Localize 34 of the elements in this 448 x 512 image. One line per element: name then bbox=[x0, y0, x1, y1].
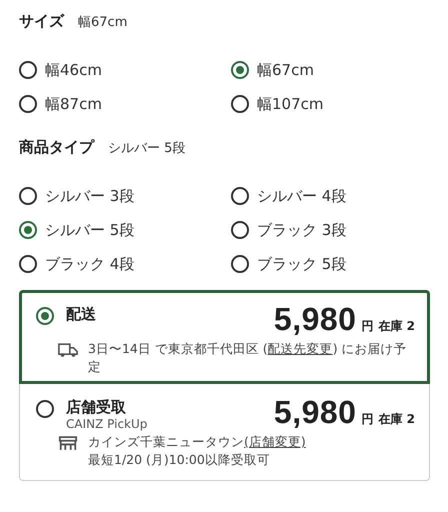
truck-icon bbox=[58, 343, 78, 358]
price: 5,980 bbox=[274, 394, 356, 431]
option-title: 店舗受取 bbox=[66, 398, 127, 417]
radio-option[interactable]: 幅46cm bbox=[19, 58, 231, 82]
radio-option[interactable]: 幅107cm bbox=[231, 92, 430, 116]
radio-icon bbox=[36, 307, 54, 325]
radio-option[interactable]: ブラック 5段 bbox=[231, 252, 430, 276]
radio-option[interactable]: 幅67cm bbox=[231, 58, 430, 82]
radio-option[interactable]: シルバー 5段 bbox=[19, 218, 231, 242]
currency: 円 bbox=[361, 411, 374, 428]
selected-value: シルバー 5段 bbox=[108, 140, 186, 157]
option-subtitle: CAINZ PickUp bbox=[66, 417, 148, 431]
radio-option[interactable]: 幅87cm bbox=[19, 92, 231, 116]
price: 5,980 bbox=[274, 301, 356, 338]
change-address-link[interactable]: 配送先変更 bbox=[268, 341, 333, 356]
store-icon bbox=[58, 436, 78, 451]
stock-count: 在庫 2 bbox=[378, 318, 415, 335]
shipping-option-card[interactable]: 店舗受取 CAINZ PickUp 5,980 円 在庫 2 カインズ千葉ニュータウン(店舗変更) 最短1/20 (月)10:00以降受取可 bbox=[19, 384, 430, 481]
radio-option[interactable]: ブラック 4段 bbox=[19, 252, 231, 276]
section-title: 商品タイプ bbox=[19, 138, 94, 157]
currency: 円 bbox=[361, 318, 374, 335]
radio-option[interactable]: シルバー 4段 bbox=[231, 184, 430, 208]
change-store-link[interactable]: (店舗変更) bbox=[244, 434, 306, 449]
delivery-estimate: 3日〜14日 で東京都千代田区 (配送先変更) にお届け予定 bbox=[88, 340, 408, 375]
radio-option[interactable]: ブラック 3段 bbox=[231, 218, 430, 242]
section-title: サイズ bbox=[19, 12, 64, 31]
pickup-estimate: 最短1/20 (月)10:00以降受取可 bbox=[88, 450, 271, 468]
store-name: カインズ千葉ニュータウン bbox=[88, 434, 244, 449]
shipping-option-card[interactable]: 配送 5,980 円 在庫 2 3日〜14日 で東京都千代田区 (配送先変更) にお届け予定 bbox=[19, 290, 430, 384]
selected-value: 幅67cm bbox=[78, 14, 128, 31]
radio-icon bbox=[36, 400, 54, 418]
stock-count: 在庫 2 bbox=[378, 411, 415, 428]
radio-option[interactable]: シルバー 3段 bbox=[19, 184, 231, 208]
option-title: 配送 bbox=[66, 305, 97, 324]
